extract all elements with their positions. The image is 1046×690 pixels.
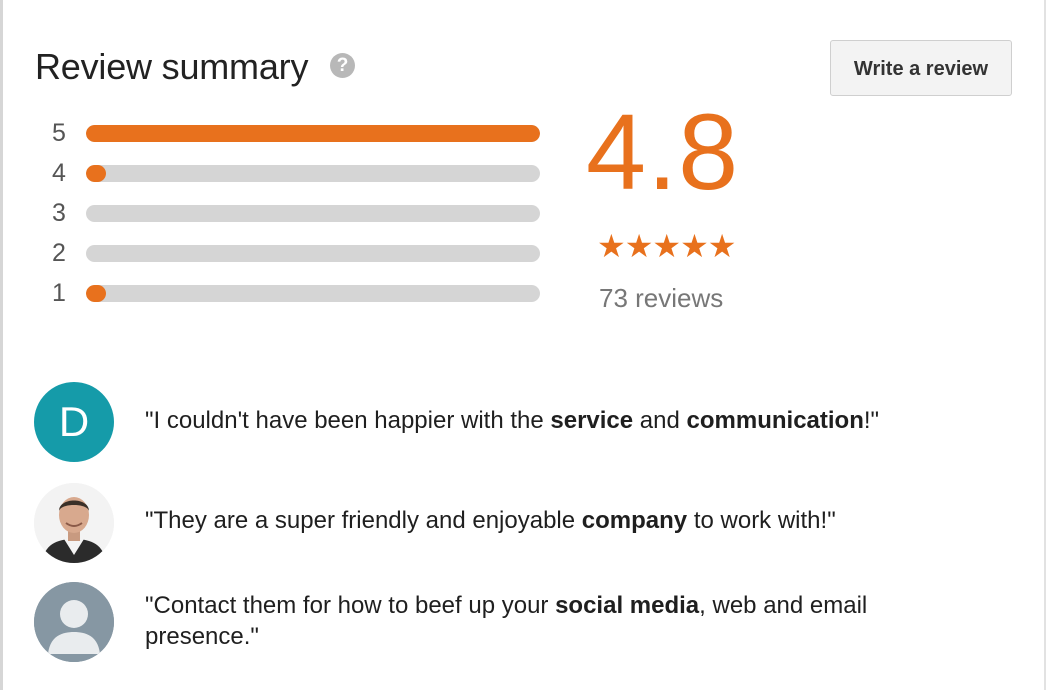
star-icon: ★ [624,228,654,264]
histogram-star-label: 2 [52,239,66,267]
help-icon[interactable]: ? [330,53,355,78]
histogram-bar-fill [86,165,106,182]
user-photo-icon [34,483,114,563]
histogram-bar-track [86,165,540,182]
histogram-star-label: 4 [52,159,66,187]
histogram-bar-fill [86,285,106,302]
review-quote: "They are a super friendly and enjoyable… [145,505,965,536]
histogram-star-label: 1 [52,279,66,307]
quote-text: !" [863,407,880,434]
histogram-bar-track [86,205,540,222]
histogram-bar-track [86,285,540,302]
star-icon: ★ [597,228,626,264]
histogram-star-label: 5 [52,119,66,147]
histogram-row-4: 4 [0,158,560,188]
histogram-row-3: 3 [0,198,560,228]
star-icon: ★ [652,228,681,264]
quote-text: "Contact them for how to beef up your [145,592,556,619]
quote-keyword: company [581,507,688,534]
default-user-icon [34,582,114,662]
quote-keyword: service [550,407,634,434]
review-count-link[interactable]: 73 reviews [599,283,723,314]
star-icon: ★ [707,228,737,264]
page-title: Review summary [35,46,309,87]
histogram-row-5: 5 [0,118,560,148]
histogram-star-label: 3 [52,199,66,227]
average-score: 4.8 [586,91,740,212]
histogram-bar-track [86,125,540,142]
star-icon: ★ [680,228,709,264]
quote-text: and [633,407,687,434]
histogram-bar-track [86,245,540,262]
quote-keyword: communication [686,407,864,434]
review-quote: "I couldn't have been happier with the s… [145,405,965,436]
star-rating: ★★★★★ [597,228,737,264]
histogram-row-1: 1 [0,278,560,308]
histogram-row-2: 2 [0,238,560,268]
histogram-bar-fill [86,125,540,142]
quote-keyword: social media [555,592,700,619]
left-frame-border [0,0,3,690]
quote-text: "They are a super friendly and enjoyable [145,507,582,534]
quote-text: "I couldn't have been happier with the [145,407,551,434]
write-review-button[interactable]: Write a review [830,40,1012,96]
review-quote: "Contact them for how to beef up your so… [145,590,965,652]
quote-text: to work with!" [687,507,836,534]
avatar: D [34,382,114,462]
